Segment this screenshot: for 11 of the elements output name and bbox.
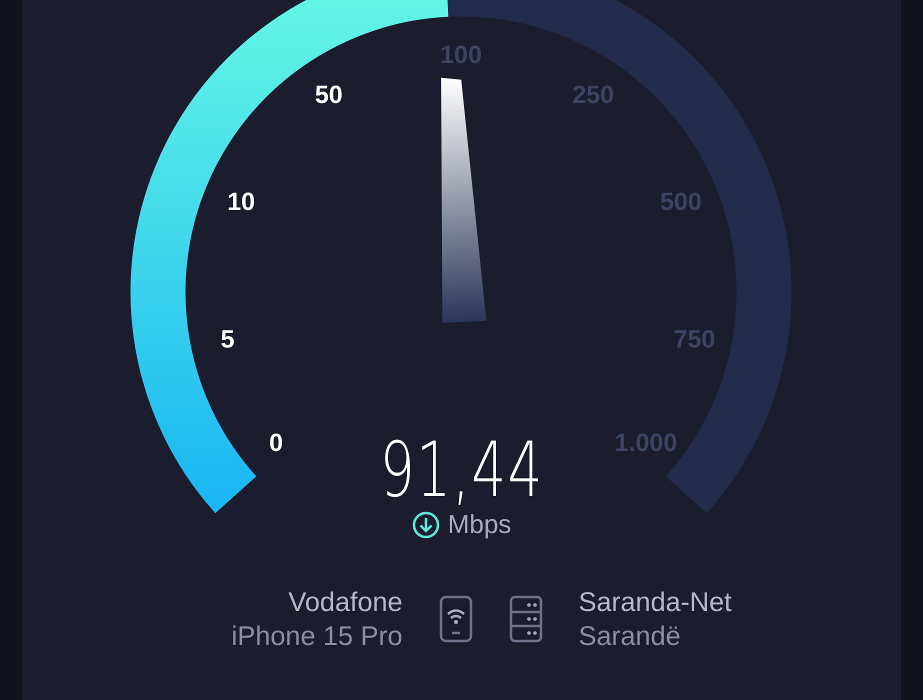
server-location: Sarandë xyxy=(578,620,682,653)
provider-name: Vodafone xyxy=(288,586,403,619)
download-icon xyxy=(412,510,440,538)
server-icon xyxy=(508,595,543,643)
scale-label: 0 xyxy=(269,428,283,457)
phone-wifi-icon xyxy=(438,595,473,643)
scale-label: 5 xyxy=(220,325,235,354)
scale-label: 50 xyxy=(314,81,343,110)
server-name: Saranda-Net xyxy=(578,586,732,619)
scale-label: 10 xyxy=(227,188,256,216)
device-name: iPhone 15 Pro xyxy=(231,620,403,653)
